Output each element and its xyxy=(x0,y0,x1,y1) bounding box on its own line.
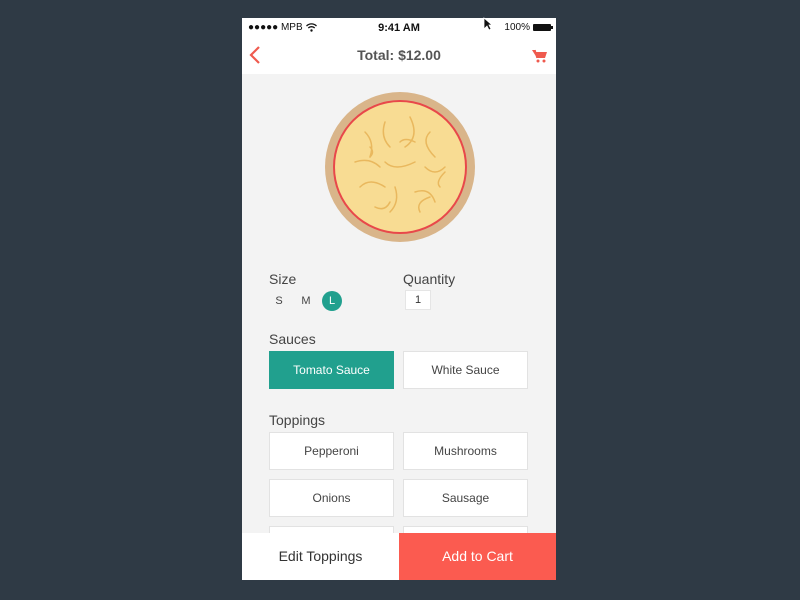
bottom-bar: Edit Toppings Add to Cart xyxy=(242,533,556,580)
cart-icon xyxy=(532,49,547,63)
phone-screen: ●●●●● MPB 9:41 AM 100% Total: $12.00 Siz… xyxy=(242,18,556,580)
toppings-label: Toppings xyxy=(269,412,326,428)
status-right: 100% xyxy=(504,22,553,33)
cart-button[interactable] xyxy=(532,48,548,64)
size-option-l[interactable]: L xyxy=(322,291,342,311)
quantity-label: Quantity xyxy=(403,271,456,287)
size-option-s[interactable]: S xyxy=(269,291,289,311)
add-to-cart-button[interactable]: Add to Cart xyxy=(399,533,556,580)
battery-icon xyxy=(533,24,553,31)
nav-bar: Total: $12.00 xyxy=(242,38,556,74)
pizza-image xyxy=(325,92,475,242)
mouse-cursor-icon xyxy=(483,17,493,31)
sauces-label: Sauces xyxy=(269,331,316,347)
topping-sausage-button[interactable]: Sausage xyxy=(403,479,528,517)
battery-percent: 100% xyxy=(504,22,530,33)
topping-onions-button[interactable]: Onions xyxy=(269,479,394,517)
page-title: Total: $12.00 xyxy=(357,47,441,63)
topping-mushrooms-button[interactable]: Mushrooms xyxy=(403,432,528,470)
edit-toppings-button[interactable]: Edit Toppings xyxy=(242,533,399,580)
topping-pepperoni-button[interactable]: Pepperoni xyxy=(269,432,394,470)
quantity-input[interactable]: 1 xyxy=(405,290,431,310)
size-option-m[interactable]: M xyxy=(296,291,316,311)
sauce-tomato-button[interactable]: Tomato Sauce xyxy=(269,351,394,389)
sauce-white-button[interactable]: White Sauce xyxy=(403,351,528,389)
size-label: Size xyxy=(269,271,297,287)
status-bar: ●●●●● MPB 9:41 AM 100% xyxy=(242,18,556,38)
